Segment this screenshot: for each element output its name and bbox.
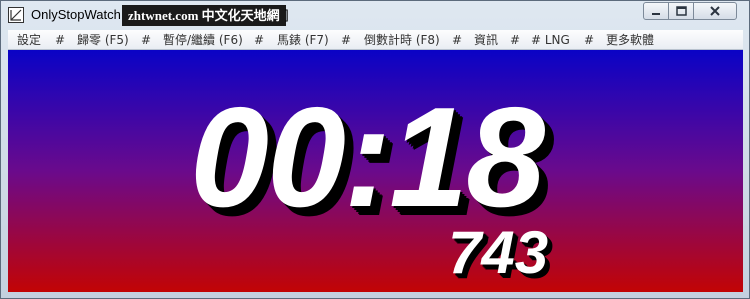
- elapsed-milliseconds: 743: [448, 219, 549, 286]
- menu-more-software[interactable]: 更多軟體: [606, 32, 654, 48]
- menu-countdown[interactable]: 倒數計時 (F8): [364, 32, 440, 48]
- menu-separator: #: [452, 33, 463, 47]
- menu-stopwatch[interactable]: 馬錶 (F7): [277, 32, 329, 48]
- close-button[interactable]: [693, 2, 737, 20]
- menu-info[interactable]: 資訊: [474, 32, 498, 48]
- minimize-icon: [652, 13, 660, 15]
- menu-settings[interactable]: 設定: [17, 32, 41, 48]
- stopwatch-display: 00:18 743: [8, 50, 743, 292]
- app-window: OnlyStopWatch zhtwnet.com 中文化天地網 ] 設定 # …: [0, 0, 750, 299]
- menu-separator: #: [55, 33, 66, 47]
- watermark-label: zhtwnet.com 中文化天地網: [122, 5, 286, 26]
- close-icon: [710, 6, 720, 16]
- stopwatch-app-icon[interactable]: [8, 7, 24, 23]
- maximize-icon: [676, 6, 687, 16]
- menu-separator: #: [341, 33, 352, 47]
- window-title-tail: ]: [285, 7, 289, 22]
- menu-separator: #: [510, 33, 521, 47]
- elapsed-time: 00:18: [190, 78, 545, 237]
- maximize-button[interactable]: [668, 2, 694, 20]
- menu-separator: #: [584, 33, 595, 47]
- menu-reset[interactable]: 歸零 (F5): [77, 32, 129, 48]
- menu-pause-resume[interactable]: 暫停/繼續 (F6): [163, 32, 243, 48]
- window-title: OnlyStopWatch: [31, 7, 121, 22]
- menu-separator: #: [141, 33, 152, 47]
- minimize-button[interactable]: [643, 2, 669, 20]
- menu-separator: #: [254, 33, 265, 47]
- menu-language[interactable]: # LNG: [531, 32, 570, 48]
- menu-bar: 設定 # 歸零 (F5) # 暫停/繼續 (F6) # 馬錶 (F7) # 倒數…: [8, 30, 743, 50]
- title-bar[interactable]: OnlyStopWatch zhtwnet.com 中文化天地網 ]: [1, 1, 749, 29]
